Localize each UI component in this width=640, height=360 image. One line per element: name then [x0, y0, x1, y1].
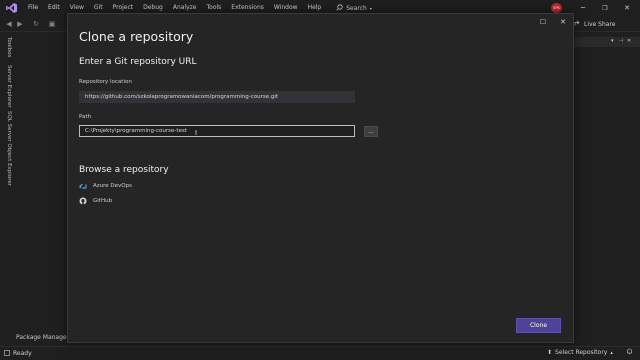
- browse-section-title: Browse a repository: [79, 165, 169, 175]
- select-repository-button[interactable]: ⬆ Select Repository ▴: [547, 349, 613, 356]
- menu-edit[interactable]: Edit: [43, 0, 65, 16]
- chevron-up-icon: ▴: [610, 349, 613, 356]
- azure-devops-provider[interactable]: Azure DevOps: [79, 182, 132, 190]
- github-provider[interactable]: GitHub: [79, 197, 112, 205]
- new-project-icon[interactable]: ▣: [47, 19, 57, 29]
- dropdown-icon[interactable]: ▾: [611, 38, 614, 44]
- clone-repository-dialog: ☐ ✕ Clone a repository Enter a Git repos…: [67, 13, 574, 343]
- tab-toolbox[interactable]: Toolbox: [6, 37, 12, 58]
- azure-devops-icon: [79, 182, 87, 190]
- visual-studio-logo-icon[interactable]: [5, 3, 17, 13]
- path-input[interactable]: C:\Projekty\programming-course-test: [79, 125, 355, 137]
- text-cursor-icon: I: [195, 129, 198, 137]
- status-ready: Ready: [13, 350, 32, 357]
- chevron-down-icon: ▾: [369, 5, 372, 11]
- live-share-button[interactable]: Live Share: [574, 17, 615, 31]
- forward-icon[interactable]: ▶: [15, 19, 25, 29]
- live-share-label: Live Share: [584, 20, 616, 28]
- search-box[interactable]: Search ▾: [336, 3, 372, 13]
- close-panel-icon[interactable]: ✕: [627, 38, 631, 44]
- browse-path-button[interactable]: ...: [364, 126, 378, 137]
- side-tool-tabs: Toolbox Server Explorer SQL Server Objec…: [0, 33, 14, 333]
- menu-file[interactable]: File: [23, 0, 43, 16]
- search-icon: [336, 3, 343, 13]
- url-section-title: Enter a Git repository URL: [79, 57, 197, 67]
- dialog-title: Clone a repository: [79, 29, 194, 44]
- github-label: GitHub: [93, 198, 113, 204]
- select-repository-label: Select Repository: [555, 349, 608, 356]
- search-label: Search: [346, 4, 367, 12]
- share-icon: [574, 20, 581, 29]
- tab-server-explorer[interactable]: Server Explorer: [6, 65, 12, 108]
- back-icon[interactable]: ◀: [4, 19, 14, 29]
- minimize-window-button[interactable]: ─: [572, 0, 594, 16]
- restore-icon: ❐: [602, 4, 608, 12]
- notification-bell-icon[interactable]: [626, 348, 633, 357]
- github-icon: [79, 197, 87, 205]
- clone-button[interactable]: Clone: [516, 318, 561, 333]
- close-icon: ✕: [624, 4, 630, 12]
- maximize-dialog-button[interactable]: ☐: [537, 16, 549, 28]
- azure-devops-label: Azure DevOps: [93, 183, 132, 189]
- tab-sql-server-object-explorer[interactable]: SQL Server Object Explorer: [6, 111, 12, 186]
- close-window-button[interactable]: ✕: [616, 0, 638, 16]
- pin-icon[interactable]: ⊣: [619, 38, 623, 44]
- maximize-icon: ☐: [539, 18, 547, 26]
- avatar[interactable]: SPK: [551, 3, 562, 13]
- status-bar: Ready: [0, 346, 640, 360]
- minimize-icon: ─: [580, 4, 586, 12]
- close-dialog-button[interactable]: ✕: [557, 16, 569, 28]
- git-repo-icon: ⬆: [547, 349, 553, 356]
- close-icon: ✕: [560, 18, 566, 26]
- restore-window-button[interactable]: ❐: [594, 0, 616, 16]
- refresh-icon[interactable]: ↻: [31, 19, 41, 29]
- path-label: Path: [79, 114, 92, 120]
- repository-location-label: Repository location: [79, 79, 132, 85]
- ready-status-icon: [4, 350, 10, 356]
- repository-location-input[interactable]: https://github.com/szkolaprogramowaniaco…: [79, 91, 355, 103]
